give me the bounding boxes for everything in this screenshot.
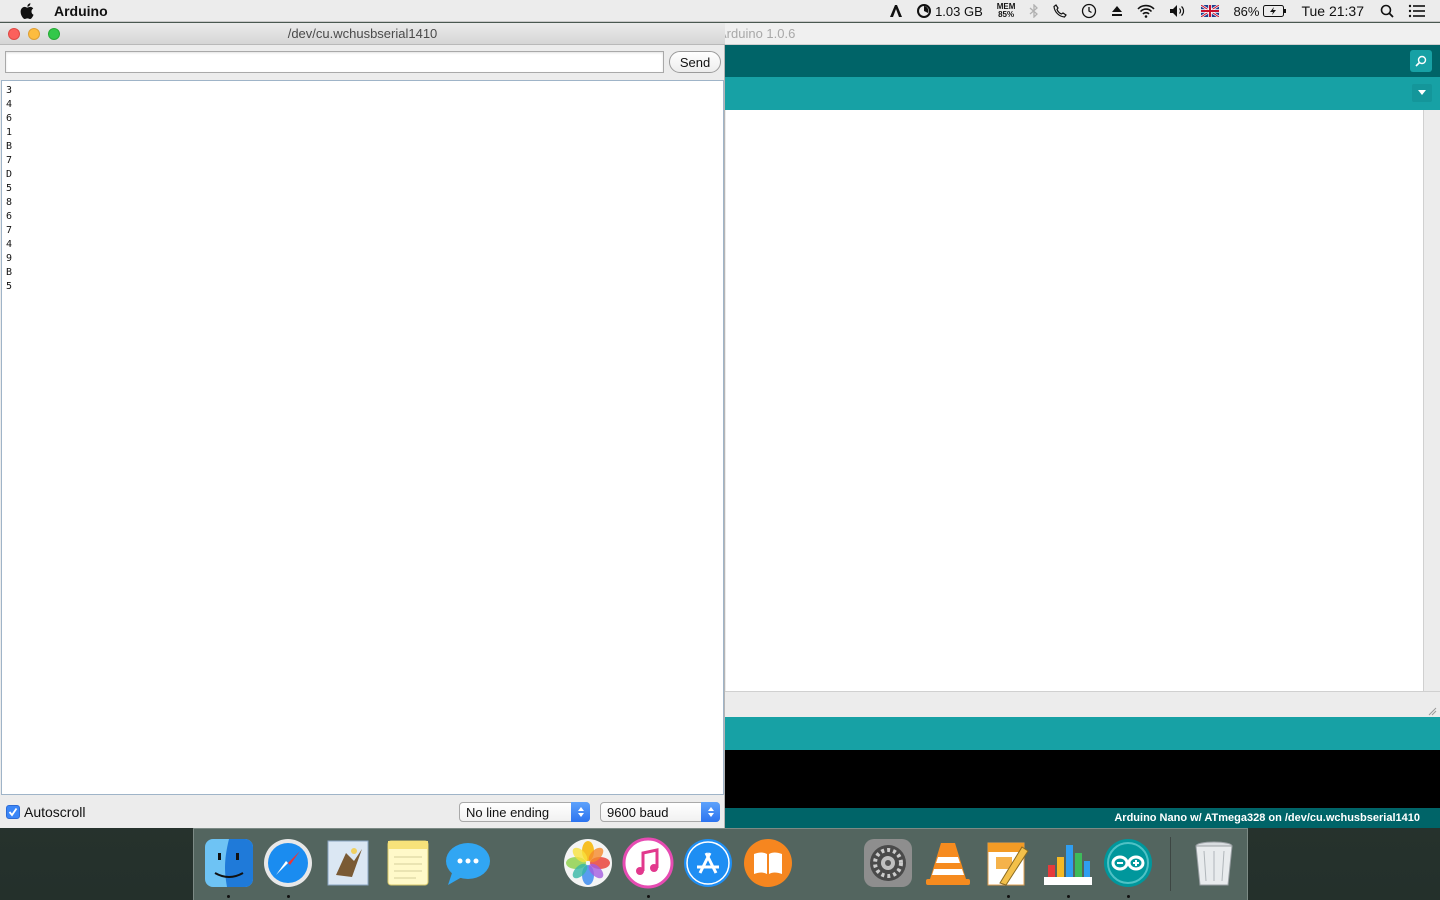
pages-icon[interactable] <box>982 837 1034 889</box>
eject-icon[interactable] <box>1111 5 1123 17</box>
window-controls <box>8 28 60 40</box>
finder-icon[interactable] <box>203 837 255 889</box>
output-line: B <box>6 141 13 152</box>
mem-percent: 85% <box>998 10 1015 19</box>
serial-title-bar[interactable]: /dev/cu.wchusbserial1410 <box>0 23 725 45</box>
output-line: 7 <box>6 155 13 166</box>
resize-grip-icon <box>1428 707 1437 716</box>
output-line: 4 <box>6 239 13 250</box>
ide-toolbar <box>724 45 1440 77</box>
memory-gauge-icon <box>917 4 932 18</box>
serial-window-title: /dev/cu.wchusbserial1410 <box>287 26 438 41</box>
numbers-icon[interactable] <box>1042 837 1094 889</box>
checkmark-icon <box>8 807 18 817</box>
magnifier-icon <box>1415 55 1427 67</box>
output-line: 3 <box>6 85 13 96</box>
editor-vertical-scrollbar[interactable] <box>1424 110 1440 691</box>
running-indicator <box>1007 895 1010 898</box>
memory-status[interactable]: 1.03 GB <box>917 4 983 19</box>
vlc-icon[interactable] <box>922 837 974 889</box>
apple-menu-icon[interactable] <box>20 2 36 19</box>
code-editor[interactable] <box>726 110 1424 691</box>
select-arrows-icon <box>571 802 590 822</box>
autoscroll-checkbox[interactable] <box>6 805 20 819</box>
serial-output[interactable]: 3 4 6 1 B 7 D 5 8 6 7 4 9 B 5 <box>1 80 724 795</box>
output-line: B <box>6 267 13 278</box>
mail-icon[interactable] <box>322 837 374 889</box>
ide-board-info: Arduino Nano w/ ATmega328 on /dev/cu.wch… <box>724 808 1440 828</box>
serial-send-input[interactable] <box>5 51 664 73</box>
arduino-ide-window: Arduino 1.0.6 Arduino Nano w/ ATmega328 … <box>718 23 1440 828</box>
system-preferences-icon[interactable] <box>862 837 914 889</box>
output-line: 6 <box>6 211 13 222</box>
tab-menu-button[interactable] <box>1412 84 1432 102</box>
serial-options-row: Autoscroll No line ending 9600 baud <box>0 796 725 828</box>
memory-amount: 1.03 GB <box>935 3 983 19</box>
dock <box>193 828 1248 900</box>
ide-title: Arduino 1.0.6 <box>718 26 796 41</box>
baud-rate-select[interactable]: 9600 baud <box>600 802 720 822</box>
notification-center-icon[interactable] <box>1408 4 1426 18</box>
editor-horizontal-scrollbar[interactable] <box>724 691 1440 717</box>
wifi-icon[interactable] <box>1137 4 1156 18</box>
phone-icon[interactable] <box>1053 4 1068 18</box>
volume-icon[interactable] <box>1169 4 1187 18</box>
minimize-window-button[interactable] <box>28 28 40 40</box>
notes-icon[interactable] <box>382 837 434 889</box>
close-window-button[interactable] <box>8 28 20 40</box>
send-button[interactable]: Send <box>669 51 721 73</box>
arduino-icon[interactable] <box>1102 837 1154 889</box>
time-machine-icon[interactable] <box>1081 3 1097 19</box>
output-line: 5 <box>6 281 13 292</box>
running-indicator <box>227 895 230 898</box>
battery-percent: 86% <box>1233 3 1260 19</box>
ide-tab-bar <box>724 77 1440 110</box>
select-arrows-icon <box>701 802 720 822</box>
autoscroll-label: Autoscroll <box>24 804 86 820</box>
serial-monitor-button[interactable] <box>1410 50 1432 72</box>
line-ending-value: No line ending <box>466 804 550 820</box>
bluetooth-icon[interactable] <box>1029 4 1039 18</box>
running-indicator <box>647 895 650 898</box>
line-ending-select[interactable]: No line ending <box>459 802 590 822</box>
trash-icon[interactable] <box>1188 837 1240 889</box>
ide-console <box>724 750 1440 808</box>
messages-icon[interactable] <box>442 837 494 889</box>
ide-status-bar <box>724 717 1440 750</box>
running-indicator <box>287 895 290 898</box>
output-line: 9 <box>6 253 13 264</box>
safari-icon[interactable] <box>262 837 314 889</box>
output-line: 4 <box>6 99 13 110</box>
output-line: 1 <box>6 127 13 138</box>
autoscroll-toggle[interactable]: Autoscroll <box>6 804 85 820</box>
serial-monitor-window: /dev/cu.wchusbserial1410 Send 3 4 6 1 B … <box>0 23 725 828</box>
itunes-icon[interactable] <box>622 837 674 889</box>
ide-title-bar[interactable]: Arduino 1.0.6 <box>718 23 1440 45</box>
chevron-down-icon <box>1418 90 1426 95</box>
ibooks-icon[interactable] <box>742 837 794 889</box>
photos-icon[interactable] <box>562 837 614 889</box>
baud-rate-value: 9600 baud <box>607 804 669 820</box>
output-line: D <box>6 169 13 180</box>
app-store-icon[interactable] <box>682 837 734 889</box>
uk-flag-icon[interactable] <box>1201 5 1220 17</box>
mem-indicator[interactable]: MEM 85% <box>997 3 1016 19</box>
maximize-window-button[interactable] <box>48 28 60 40</box>
output-line: 8 <box>6 197 13 208</box>
spotlight-search-icon[interactable] <box>1380 4 1394 18</box>
menu-clock[interactable]: Tue 21:37 <box>1301 3 1364 19</box>
send-row: Send <box>0 45 725 79</box>
output-line: 6 <box>6 113 13 124</box>
running-indicator <box>1127 895 1130 898</box>
adobe-icon[interactable] <box>889 4 903 18</box>
battery-status[interactable]: 86% <box>1233 4 1287 19</box>
output-line: 5 <box>6 183 13 194</box>
output-line: 7 <box>6 225 13 236</box>
menu-app-name[interactable]: Arduino <box>54 3 108 19</box>
battery-icon <box>1263 5 1287 17</box>
running-indicator <box>1067 895 1070 898</box>
dock-separator <box>1170 837 1171 891</box>
menu-bar: Arduino 1.03 GB MEM 85% 86% Tue 21:37 <box>0 0 1440 22</box>
